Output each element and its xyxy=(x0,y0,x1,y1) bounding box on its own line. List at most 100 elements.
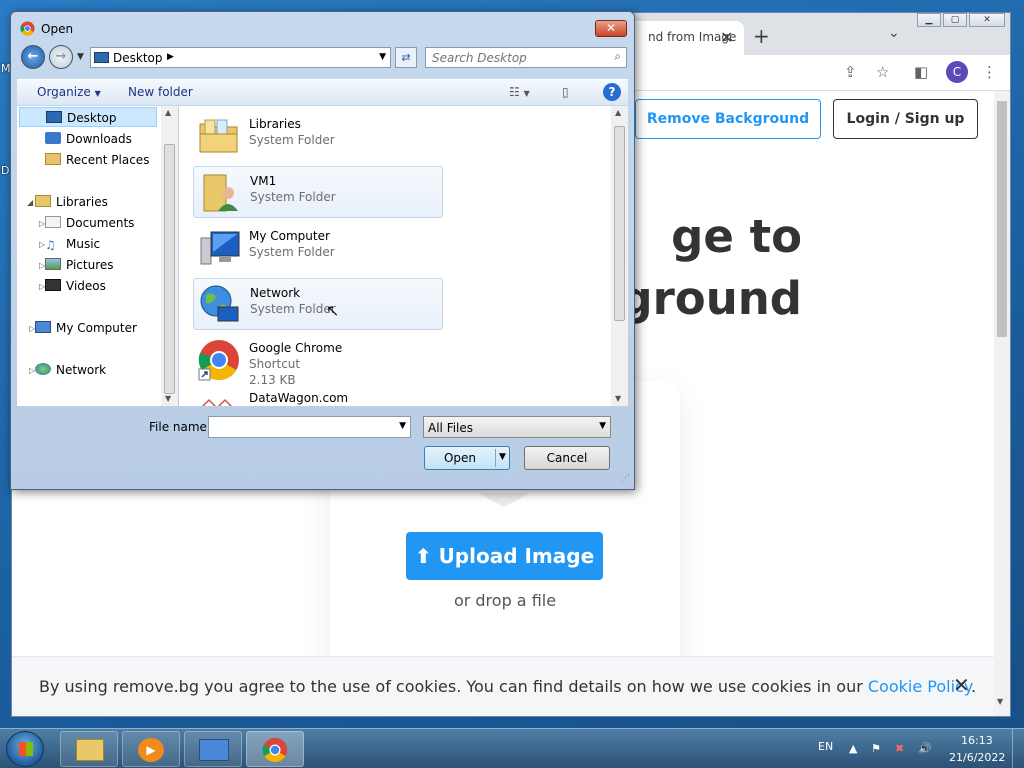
nav-scroll-thumb[interactable] xyxy=(164,144,175,394)
web-shortcut-icon xyxy=(201,398,233,406)
file-item-network[interactable]: Network System Folder ↖ xyxy=(193,278,443,330)
cookie-close-icon[interactable]: ✕ xyxy=(953,673,970,697)
nav-label: Music xyxy=(66,237,101,251)
share-icon[interactable]: ⇪ xyxy=(844,63,857,81)
upload-image-button[interactable]: ⬆ Upload Image xyxy=(406,532,603,580)
bookmark-star-icon[interactable]: ☆ xyxy=(876,63,889,81)
scroll-down-icon[interactable]: ▼ xyxy=(997,697,1003,706)
search-input[interactable] xyxy=(426,48,602,67)
minimize-icon[interactable]: ▁ xyxy=(917,13,941,27)
show-desktop-button[interactable] xyxy=(1012,729,1024,768)
show-hidden-icons-chevron[interactable]: ▲ xyxy=(849,742,857,755)
nav-item-music[interactable]: ♫ Music xyxy=(45,234,100,254)
filename-input[interactable] xyxy=(209,417,389,437)
taskbar-chrome[interactable] xyxy=(246,731,304,767)
clock-time[interactable]: 16:13 xyxy=(961,734,993,747)
file-type: System Folder xyxy=(249,133,335,147)
close-window-icon[interactable]: ✕ xyxy=(969,13,1005,27)
file-item-datawagon[interactable]: DataWagon.com xyxy=(193,390,443,406)
taskbar-media-player[interactable]: ▶ xyxy=(122,731,180,767)
nav-label: Videos xyxy=(66,279,106,293)
videos-icon xyxy=(45,279,61,291)
preview-pane-icon[interactable]: ▯ xyxy=(562,85,569,99)
nav-scroll-down-icon[interactable]: ▼ xyxy=(165,394,171,403)
nav-item-my-computer[interactable]: My Computer xyxy=(35,318,137,338)
nav-item-network[interactable]: Network xyxy=(35,360,106,380)
new-folder-button[interactable]: New folder xyxy=(128,85,193,99)
nav-item-documents[interactable]: Documents xyxy=(45,213,134,233)
nav-scroll-up-icon[interactable]: ▲ xyxy=(165,108,171,117)
resize-grip-icon[interactable]: ⋰ xyxy=(621,474,630,484)
open-options-icon[interactable]: ▼ xyxy=(499,452,506,462)
nav-label: Network xyxy=(56,363,107,377)
windows-logo-icon xyxy=(19,742,33,756)
dialog-close-icon[interactable]: ✕ xyxy=(595,20,627,37)
view-options-icon[interactable]: ☷ ▼ xyxy=(509,85,530,99)
language-indicator[interactable]: EN xyxy=(818,740,833,753)
file-scroll-thumb[interactable] xyxy=(614,126,625,321)
nav-item-desktop[interactable]: Desktop xyxy=(19,107,157,127)
address-dropdown-icon[interactable]: ▼ xyxy=(379,52,386,62)
taskbar: ▶ EN ▲ ⚑ ✖ 🔊 16:13 21/6/2022 xyxy=(0,728,1024,768)
chrome-taskbar-icon xyxy=(262,737,288,763)
media-player-icon: ▶ xyxy=(138,738,164,762)
file-name: DataWagon.com xyxy=(249,391,349,405)
remove-background-button[interactable]: Remove Background xyxy=(635,99,821,139)
forward-arrow-icon[interactable]: → xyxy=(49,45,73,69)
volume-icon[interactable]: 🔊 xyxy=(918,742,932,755)
file-scrollbar[interactable]: ▲ ▼ xyxy=(611,106,628,406)
nav-label: Recent Places xyxy=(66,153,150,167)
page-scrollbar[interactable]: ▼ xyxy=(994,91,1010,716)
cancel-button[interactable]: Cancel xyxy=(524,446,610,470)
file-name: VM1 xyxy=(250,174,277,188)
nav-label: Downloads xyxy=(66,132,132,146)
desktop-icon-label: D xyxy=(1,164,10,177)
file-scroll-up-icon[interactable]: ▲ xyxy=(615,108,621,117)
organize-menu[interactable]: Organize ▼ xyxy=(37,85,101,99)
tab-close-icon[interactable]: ✕ xyxy=(720,28,733,47)
nav-item-videos[interactable]: Videos xyxy=(45,276,106,296)
tab-search-icon[interactable]: ⌄ xyxy=(888,25,900,41)
login-signup-button[interactable]: Login / Sign up xyxy=(833,99,978,139)
pictures-icon xyxy=(45,258,61,270)
maximize-icon[interactable]: ▢ xyxy=(943,13,967,27)
menu-kebab-icon[interactable]: ⋮ xyxy=(982,63,997,81)
action-center-icon[interactable]: ⚑ xyxy=(871,742,881,755)
taskbar-explorer[interactable] xyxy=(60,731,118,767)
search-icon[interactable]: ⌕ xyxy=(614,49,621,64)
card-pointer xyxy=(478,493,530,507)
nav-scrollbar[interactable]: ▲ ▼ xyxy=(161,106,178,406)
filetype-select[interactable]: All Files ▼ xyxy=(423,416,611,438)
network-status-icon[interactable]: ✖ xyxy=(895,742,904,755)
file-scroll-down-icon[interactable]: ▼ xyxy=(615,394,621,403)
search-box[interactable]: ⌕ xyxy=(425,47,627,68)
refresh-icon[interactable]: ⇄ xyxy=(395,47,417,68)
start-button[interactable] xyxy=(6,731,44,767)
new-tab-icon[interactable]: + xyxy=(753,24,770,48)
nav-item-libraries[interactable]: Libraries xyxy=(35,192,108,212)
file-item-google-chrome[interactable]: Google Chrome Shortcut 2.13 KB xyxy=(193,334,443,387)
nav-item-pictures[interactable]: Pictures xyxy=(45,255,114,275)
breadcrumb-arrow-icon[interactable]: ▶ xyxy=(167,52,174,62)
file-item-libraries[interactable]: Libraries System Folder xyxy=(193,110,443,162)
file-item-my-computer[interactable]: My Computer System Folder xyxy=(193,222,443,274)
page-scroll-thumb[interactable] xyxy=(997,101,1007,337)
address-bar[interactable]: Desktop ▶ ▼ xyxy=(90,47,391,68)
filename-dropdown-icon[interactable]: ▼ xyxy=(399,421,406,431)
back-arrow-icon[interactable]: ← xyxy=(21,45,45,69)
nav-item-downloads[interactable]: Downloads xyxy=(45,129,132,149)
profile-avatar[interactable]: C xyxy=(946,61,968,83)
open-button[interactable]: Open ▼ xyxy=(424,446,510,470)
nav-item-recent-places[interactable]: Recent Places xyxy=(45,150,149,170)
clock-date[interactable]: 21/6/2022 xyxy=(949,751,1005,764)
help-icon[interactable]: ? xyxy=(603,83,621,101)
file-name: Libraries xyxy=(249,117,301,131)
libraries-expand-icon[interactable]: ◢ xyxy=(27,198,33,207)
filename-combo[interactable]: ▼ xyxy=(208,416,411,438)
nav-label: Libraries xyxy=(56,195,108,209)
taskbar-control-panel[interactable] xyxy=(184,731,242,767)
recent-locations-chevron-icon[interactable]: ▼ xyxy=(77,52,84,62)
side-panel-icon[interactable]: ◧ xyxy=(914,63,928,81)
chrome-icon xyxy=(20,21,35,36)
file-item-vm1[interactable]: VM1 System Folder xyxy=(193,166,443,218)
